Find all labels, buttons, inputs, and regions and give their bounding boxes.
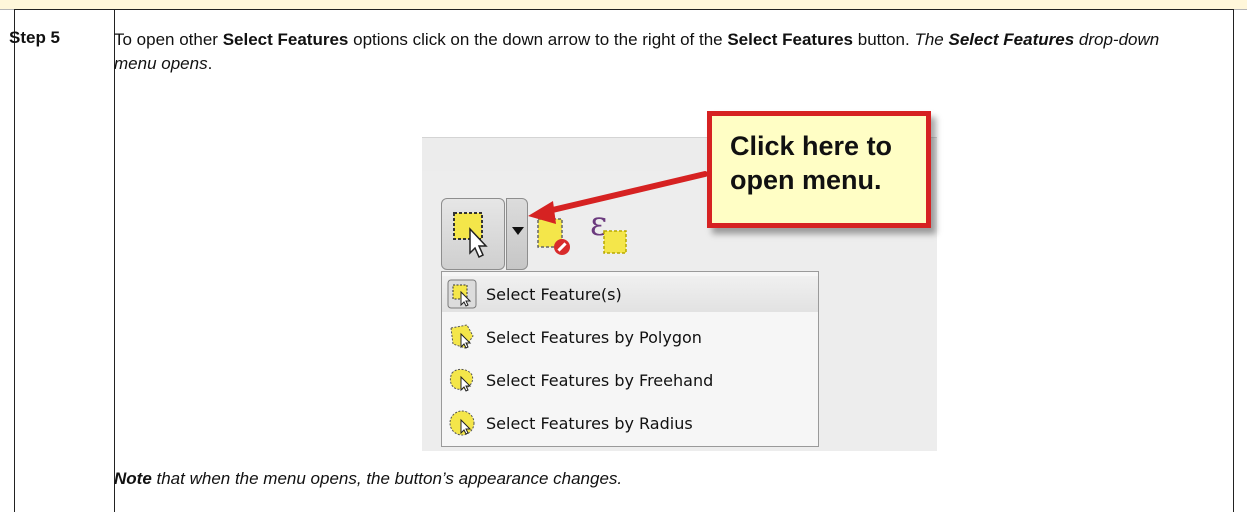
menu-item-label: Select Features by Polygon — [486, 327, 702, 347]
menu-item-label: Select Feature(s) — [486, 284, 622, 304]
note-text: Note that when the menu opens, the butto… — [114, 469, 622, 489]
instr-italic-1: The — [914, 30, 949, 49]
callout-box: Click here to open menu. — [707, 111, 931, 228]
menu-item-select-by-freehand[interactable]: Select Features by Freehand — [442, 362, 818, 398]
instr-text-3: button. — [853, 30, 915, 49]
menu-item-label: Select Features by Freehand — [486, 370, 714, 390]
instr-text-1: To open other — [114, 30, 223, 49]
select-features-dropdown-menu: Select Feature(s) Select Features by Pol… — [441, 271, 819, 447]
column-divider — [114, 9, 115, 512]
instr-text-2: options click on the down arrow to the r… — [348, 30, 728, 49]
menu-item-select-by-radius[interactable]: Select Features by Radius — [442, 405, 818, 441]
menu-item-label: Select Features by Radius — [486, 413, 693, 433]
note-rest: that when the menu opens, the button’s a… — [151, 469, 623, 488]
table-top-border — [15, 9, 1233, 10]
step-instruction: To open other Select Features options cl… — [114, 28, 1204, 76]
select-freehand-icon — [449, 368, 474, 392]
step-label: Step 5 — [9, 28, 61, 47]
callout-line-1: Click here to — [730, 131, 893, 161]
select-feature-icon — [447, 279, 477, 309]
callout-line-2: open menu. — [730, 165, 882, 195]
note-bold: Note — [114, 469, 152, 488]
menu-item-select-by-polygon[interactable]: Select Features by Polygon — [442, 319, 818, 355]
instr-bold-2: Select Features — [727, 30, 854, 49]
qgis-screenshot-figure: ε Click here to open menu. Select Featur… — [422, 111, 940, 451]
instr-text-4: . — [207, 54, 213, 73]
select-polygon-icon — [450, 324, 474, 349]
menu-item-select-features[interactable]: Select Feature(s) — [442, 276, 818, 312]
instr-bold-italic: Select Features — [948, 30, 1075, 49]
select-radius-icon — [449, 410, 475, 436]
instr-bold-1: Select Features — [222, 30, 349, 49]
callout-text: Click here to open menu. — [730, 129, 892, 197]
